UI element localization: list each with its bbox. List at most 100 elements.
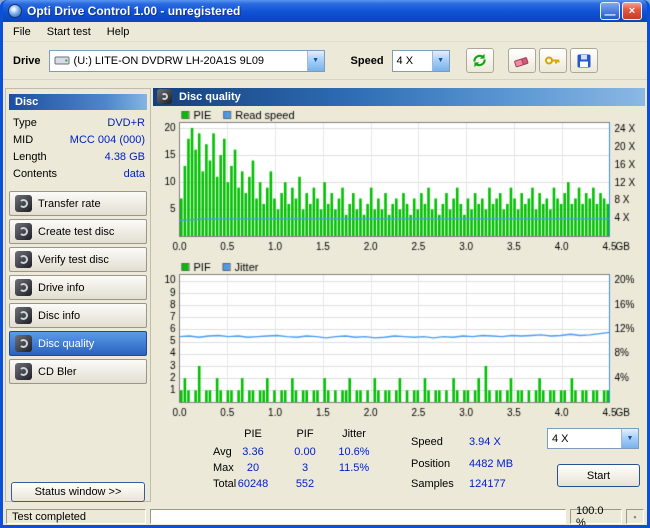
pie-readspeed-chart bbox=[153, 108, 646, 258]
position-stat-value: 4482 MB bbox=[469, 458, 514, 470]
chevron-down-icon[interactable]: ▼ bbox=[431, 50, 449, 71]
menu-item-help[interactable]: Help bbox=[99, 24, 138, 40]
sidebar-item-transfer-rate[interactable]: Transfer rate bbox=[9, 191, 147, 216]
disc-info-row: MID MCC 004 (000) bbox=[13, 131, 145, 148]
samples-stat-value: 124177 bbox=[469, 478, 506, 490]
info-label: Type bbox=[13, 116, 37, 129]
menu-item-file[interactable]: File bbox=[5, 24, 39, 40]
info-label: MID bbox=[13, 133, 34, 146]
chevron-down-icon[interactable]: ▼ bbox=[621, 429, 638, 448]
speed-select-value: 4 X bbox=[396, 54, 414, 67]
avg-pif: 0.00 bbox=[294, 446, 316, 458]
sidebar-item-cd-bler[interactable]: CD Bler bbox=[9, 359, 147, 384]
sidebar-item-label: CD Bler bbox=[38, 365, 77, 378]
app-icon bbox=[8, 4, 22, 18]
test-icon bbox=[15, 363, 32, 380]
stats-col-jitter: Jitter bbox=[342, 428, 366, 440]
drive-select-value: (U:) LITE-ON DVDRW LH-20A1S 9L09 bbox=[73, 54, 265, 67]
sidebar-item-label: Create test disc bbox=[38, 225, 115, 238]
sidebar-item-verify-test-disc[interactable]: Verify test disc bbox=[9, 247, 147, 272]
max-pie: 20 bbox=[246, 462, 260, 474]
close-icon: × bbox=[628, 5, 636, 17]
position-stat-label: Position bbox=[411, 458, 451, 470]
progress-bar bbox=[150, 509, 566, 524]
speed-label: Speed bbox=[350, 54, 384, 67]
drive-icon bbox=[54, 56, 70, 65]
eraser-icon bbox=[513, 56, 528, 67]
sidebar-item-label: Drive info bbox=[38, 281, 85, 294]
menu-item-start-test[interactable]: Start test bbox=[39, 24, 99, 40]
main-panel: Disc quality PIE PIF Jitter Avg 3.36 0.0… bbox=[153, 88, 646, 502]
test-icon bbox=[15, 195, 32, 212]
save-button[interactable] bbox=[569, 48, 598, 73]
test-icon bbox=[15, 307, 32, 324]
info-value[interactable]: data bbox=[124, 168, 145, 180]
stats-col-pie: PIE bbox=[244, 428, 262, 440]
disc-info-row: Contents data bbox=[13, 165, 145, 182]
page-title: Disc quality bbox=[153, 88, 645, 106]
info-label: Length bbox=[13, 150, 47, 163]
speed-select-bottom[interactable]: 4 X ▼ bbox=[547, 428, 639, 449]
disc-info-row: Type DVD+R bbox=[13, 114, 145, 131]
key-icon bbox=[545, 56, 560, 65]
speed-stat-label: Speed bbox=[411, 436, 443, 448]
info-value: DVD+R bbox=[107, 116, 145, 129]
stats-col-pif: PIF bbox=[296, 428, 314, 440]
sidebar-item-disc-quality[interactable]: Disc quality bbox=[9, 331, 147, 356]
start-button[interactable]: Start bbox=[557, 464, 640, 487]
test-icon bbox=[15, 251, 32, 268]
drive-select[interactable]: (U:) LITE-ON DVDRW LH-20A1S 9L09 ▼ bbox=[48, 49, 325, 72]
pif-jitter-chart bbox=[153, 260, 646, 424]
speed-stat-value: 3.94 X bbox=[469, 436, 501, 448]
app-window: Opti Drive Control 1.00 - unregistered —… bbox=[0, 0, 650, 528]
close-button[interactable]: × bbox=[622, 2, 642, 20]
total-pie: 60248 bbox=[237, 478, 269, 490]
erase-disc-button[interactable] bbox=[507, 48, 536, 73]
disc-info-rows: Type DVD+R MID MCC 004 (000) Length 4.38 GB Co… bbox=[13, 114, 145, 182]
sidebar-item-label: Verify test disc bbox=[38, 253, 109, 266]
status-window-button[interactable]: Status window >> bbox=[11, 482, 145, 502]
info-label: Contents bbox=[13, 167, 58, 180]
refresh-icon bbox=[473, 53, 486, 68]
test-icon bbox=[15, 335, 32, 352]
status-icon: ▪ bbox=[626, 509, 644, 524]
sidebar-item-create-test-disc[interactable]: Create test disc bbox=[9, 219, 147, 244]
sidebar-item-label: Disc quality bbox=[38, 337, 95, 350]
info-value: MCC 004 (000) bbox=[69, 133, 145, 146]
sidebar-item-disc-info[interactable]: Disc info bbox=[9, 303, 147, 328]
total-pif: 552 bbox=[295, 478, 315, 490]
disc-info-row: Length 4.38 GB bbox=[13, 148, 145, 165]
max-jitter: 11.5% bbox=[338, 462, 370, 474]
speed-select-bottom-value: 4 X bbox=[552, 432, 569, 445]
refresh-button[interactable] bbox=[465, 48, 494, 73]
minimize-icon: — bbox=[604, 8, 616, 21]
sidebar: Disc Type DVD+R MID MCC 004 (000) Length 4.38… bbox=[5, 88, 151, 502]
progress-percent: 100.0 % bbox=[570, 505, 622, 525]
floppy-disk-icon bbox=[577, 54, 591, 67]
register-button[interactable] bbox=[538, 48, 567, 73]
sidebar-item-label: Disc info bbox=[38, 309, 81, 322]
test-icon bbox=[15, 223, 32, 240]
window-body: File Start test Help Drive (U:) LITE-ON DV… bbox=[3, 22, 647, 525]
info-value: 4.38 GB bbox=[104, 150, 145, 163]
sidebar-item-drive-info[interactable]: Drive info bbox=[9, 275, 147, 300]
window-title: Opti Drive Control 1.00 - unregistered bbox=[27, 4, 241, 18]
sidebar-item-label: Transfer rate bbox=[38, 197, 101, 210]
title-bar: Opti Drive Control 1.00 - unregistered —… bbox=[3, 0, 647, 22]
menu-bar: File Start test Help bbox=[3, 22, 647, 42]
samples-stat-label: Samples bbox=[411, 478, 454, 490]
status-bar: Test completed 100.0 % ▪ bbox=[3, 505, 647, 525]
drive-label: Drive bbox=[13, 54, 41, 67]
chevron-down-icon[interactable]: ▼ bbox=[306, 50, 324, 71]
disc-quality-icon bbox=[157, 89, 172, 104]
avg-pie: 3.36 bbox=[242, 446, 264, 458]
disc-panel-header: Disc bbox=[9, 94, 147, 110]
max-pif: 3 bbox=[301, 462, 309, 474]
avg-jitter: 10.6% bbox=[338, 446, 370, 458]
status-text: Test completed bbox=[6, 509, 146, 524]
toolbar: Drive (U:) LITE-ON DVDRW LH-20A1S 9L09 ▼… bbox=[3, 42, 647, 80]
speed-select-toolbar[interactable]: 4 X ▼ bbox=[391, 49, 450, 72]
test-icon bbox=[15, 279, 32, 296]
minimize-button[interactable]: — bbox=[600, 2, 620, 21]
stats-panel: PIE PIF Jitter Avg 3.36 0.00 10.6% Max 2… bbox=[153, 424, 646, 502]
